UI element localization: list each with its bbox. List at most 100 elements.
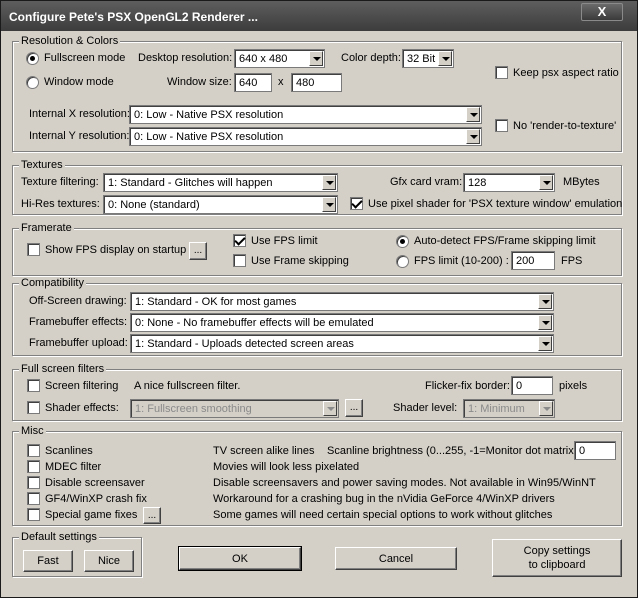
shader-level-label: Shader level: [393,402,458,414]
disable-screensaver-desc: Disable screensavers and power saving mo… [213,477,596,489]
gfx-vram-value: 128 [468,177,487,189]
shader-effects-checkbox[interactable] [27,401,40,414]
show-fps-checkbox[interactable] [27,243,40,256]
desktop-resolution-select[interactable]: 640 x 480 [234,49,325,68]
fb-effects-label: Framebuffer effects: [29,316,128,328]
scanline-brightness-input[interactable]: 0 [574,441,616,460]
nice-preset-label: Nice [97,555,120,567]
special-game-fixes-checkbox[interactable] [27,508,40,521]
chevron-down-icon [538,294,552,309]
fullscreen-mode-label: Fullscreen mode [44,52,126,64]
flicker-fix-input[interactable]: 0 [511,376,553,395]
misc-group: Misc Scanlines TV screen alike lines Sca… [12,425,622,526]
color-depth-label: Color depth: [341,52,401,64]
show-fps-options-button[interactable]: ... [189,242,207,260]
close-button[interactable]: X [581,3,623,21]
fullscreen-filters-group-title: Full screen filters [19,363,107,375]
offscreen-select[interactable]: 1: Standard - OK for most games [130,292,554,311]
use-fps-limit-label: Use FPS limit [251,235,318,247]
textures-group: Textures Texture filtering: 1: Standard … [12,159,622,215]
internal-y-select[interactable]: 0: Low - Native PSX resolution [129,127,482,146]
keep-aspect-checkbox[interactable] [495,66,508,79]
chevron-down-icon [538,336,552,351]
internal-x-value: 0: Low - Native PSX resolution [134,109,284,121]
misc-group-title: Misc [19,425,46,437]
chevron-down-icon [466,129,480,144]
compatibility-group-title: Compatibility [19,277,86,289]
shader-options-button[interactable]: ... [345,399,363,417]
fps-limit-input[interactable]: 200 [511,251,555,270]
copy-settings-button[interactable]: Copy settings to clipboard [492,539,622,577]
shader-effects-value: 1: Fullscreen smoothing [135,403,252,415]
no-rtt-checkbox[interactable] [495,119,508,132]
default-settings-group: Default settings Fast Nice [12,531,142,577]
disable-screensaver-checkbox[interactable] [27,476,40,489]
desktop-resolution-label: Desktop resolution: [138,52,233,64]
fb-effects-value: 0: None - No framebuffer effects will be… [135,317,374,329]
chevron-down-icon [322,197,336,212]
frame-skipping-label: Use Frame skipping [251,255,349,267]
internal-x-label: Internal X resolution: [29,108,130,120]
special-fixes-options-button[interactable]: ... [143,507,161,524]
special-game-fixes-label: Special game fixes [45,509,138,521]
screen-filtering-desc: A nice fullscreen filter. [134,380,241,392]
internal-y-value: 0: Low - Native PSX resolution [134,131,284,143]
ellipsis-icon: ... [193,245,203,256]
fps-limit-radio[interactable] [396,255,409,268]
use-fps-limit-checkbox[interactable] [233,234,246,247]
auto-detect-fps-radio[interactable] [396,235,409,248]
screen-filtering-checkbox[interactable] [27,379,40,392]
color-depth-value: 32 Bit [407,53,436,65]
window-size-label: Window size: [167,76,232,88]
crash-fix-label: GF4/WinXP crash fix [45,493,147,505]
hires-select[interactable]: 0: None (standard) [103,195,338,214]
shader-effects-select[interactable]: 1: Fullscreen smoothing [130,399,339,418]
scanlines-checkbox[interactable] [27,444,40,457]
pixel-shader-checkbox[interactable] [350,197,363,210]
chevron-down-icon [539,401,553,416]
internal-x-select[interactable]: 0: Low - Native PSX resolution [129,105,482,124]
window-height-input[interactable]: 480 [291,73,342,92]
color-depth-select[interactable]: 32 Bit [402,49,454,68]
frame-skipping-checkbox[interactable] [233,254,246,267]
chevron-down-icon [322,175,336,190]
resolution-group-title: Resolution & Colors [19,35,121,47]
mdec-filter-checkbox[interactable] [27,460,40,473]
internal-y-label: Internal Y resolution: [29,130,130,142]
flicker-fix-value: 0 [516,380,523,392]
nice-preset-button[interactable]: Nice [84,550,134,572]
window-height-value: 480 [296,77,315,89]
window-mode-label: Window mode [44,76,114,88]
scanlines-label: Scanlines [45,445,93,457]
fps-limit-label: FPS limit (10-200) : [414,255,509,267]
shader-level-select[interactable]: 1: Minimum [463,399,555,418]
ellipsis-icon: ... [147,509,157,521]
auto-detect-fps-label: Auto-detect FPS/Frame skipping limit [414,235,596,247]
dialog-body: Resolution & Colors Fullscreen mode Wind… [6,31,632,594]
resolution-group: Resolution & Colors Fullscreen mode Wind… [12,35,622,152]
fb-upload-value: 1: Standard - Uploads detected screen ar… [135,338,354,350]
hires-label: Hi-Res textures: [21,198,100,210]
compatibility-group: Compatibility Off-Screen drawing: 1: Sta… [12,277,622,356]
chevron-down-icon [466,107,480,122]
texture-filtering-label: Texture filtering: [21,176,99,188]
fast-preset-button[interactable]: Fast [23,550,73,572]
fb-effects-select[interactable]: 0: None - No framebuffer effects will be… [130,313,554,332]
crash-fix-checkbox[interactable] [27,492,40,505]
fullscreen-mode-radio[interactable] [26,52,39,65]
crash-fix-desc: Workaround for a crashing bug in the nVi… [213,493,555,505]
shader-effects-label: Shader effects: [45,402,119,414]
framerate-group: Framerate Show FPS display on startup ..… [12,222,622,276]
window-width-value: 640 [239,77,258,89]
cancel-button[interactable]: Cancel [335,547,457,570]
ok-button[interactable]: OK [178,546,302,571]
window-width-input[interactable]: 640 [234,73,272,92]
window-mode-radio[interactable] [26,76,39,89]
title-bar: Configure Pete's PSX OpenGL2 Renderer ..… [1,1,637,31]
gfx-vram-select[interactable]: 128 [463,173,555,192]
offscreen-label: Off-Screen drawing: [29,295,127,307]
desktop-resolution-value: 640 x 480 [239,53,288,65]
fb-upload-select[interactable]: 1: Standard - Uploads detected screen ar… [130,334,554,353]
texture-filtering-select[interactable]: 1: Standard - Glitches will happen [103,173,338,192]
chevron-down-icon [539,175,553,190]
